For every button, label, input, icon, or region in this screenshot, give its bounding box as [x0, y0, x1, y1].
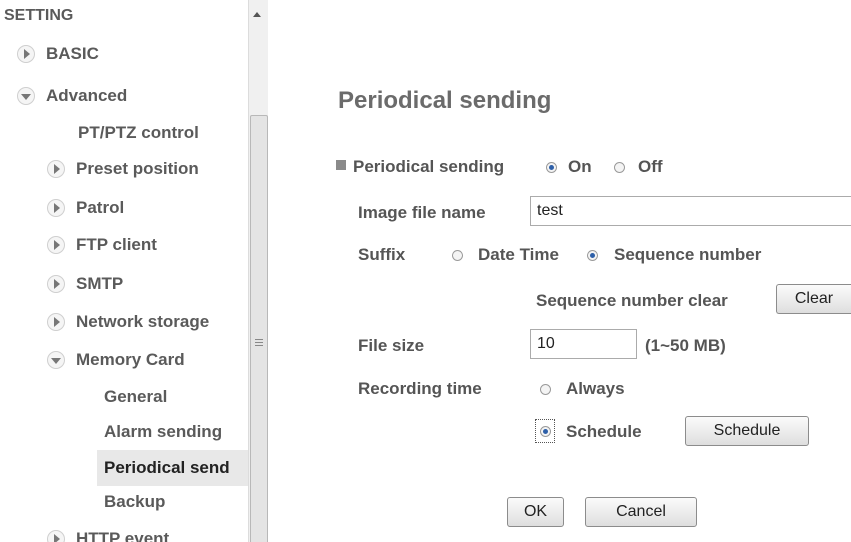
file-size-label: File size	[358, 336, 425, 355]
sidebar-item-label: Backup	[104, 492, 166, 511]
sidebar-item-label: BASIC	[46, 44, 99, 63]
clear-button[interactable]: Clear	[776, 284, 851, 314]
periodical-on-label[interactable]: On	[568, 157, 592, 177]
scrollbar-thumb[interactable]	[250, 115, 268, 542]
sidebar-item-backup[interactable]: Backup	[104, 486, 165, 518]
sidebar-item-general[interactable]: General	[104, 381, 167, 413]
sidebar-item-label: General	[104, 387, 168, 406]
suffix-date-time-radio[interactable]	[452, 250, 463, 261]
grip-line	[255, 345, 263, 346]
sidebar-scrollbar[interactable]	[248, 0, 268, 542]
sidebar-item-network-storage[interactable]: Network storage	[46, 306, 209, 338]
expand-arrow-icon	[47, 236, 65, 254]
sequence-number-clear-label: Sequence number clear	[536, 291, 728, 310]
recording-always-radio[interactable]	[540, 384, 551, 395]
grip-line	[255, 339, 263, 340]
collapse-arrow-icon	[47, 351, 65, 369]
square-bullet-icon	[336, 160, 346, 170]
sidebar-item-alarm-sending[interactable]: Alarm sending	[104, 416, 222, 448]
sidebar-item-preset-position[interactable]: Preset position	[46, 153, 199, 185]
recording-schedule-radio[interactable]	[540, 426, 551, 437]
settings-sidebar: SETTING BASIC Advanced PT/PTZ control Pr…	[0, 0, 268, 542]
recording-time-label: Recording time	[358, 379, 482, 398]
sidebar-item-label: SMTP	[76, 274, 124, 293]
sidebar-item-advanced[interactable]: Advanced	[16, 80, 127, 112]
suffix-date-time-label[interactable]: Date Time	[478, 245, 559, 265]
collapse-arrow-icon	[17, 87, 35, 105]
cancel-button[interactable]: Cancel	[585, 497, 697, 527]
image-file-name-input[interactable]: test	[530, 196, 851, 226]
suffix-sequence-number-label[interactable]: Sequence number	[614, 245, 761, 265]
sidebar-item-label: Network storage	[76, 312, 210, 331]
sidebar-item-memory-card[interactable]: Memory Card	[46, 344, 185, 376]
sidebar-item-label: Preset position	[76, 159, 199, 178]
expand-arrow-icon	[47, 313, 65, 331]
periodical-off-label[interactable]: Off	[638, 157, 663, 177]
sidebar-item-patrol[interactable]: Patrol	[46, 192, 124, 224]
page-title: Periodical sending	[338, 87, 552, 114]
scroll-up-arrow-icon[interactable]	[253, 12, 261, 17]
sidebar-item-label: Patrol	[76, 198, 125, 217]
schedule-button[interactable]: Schedule	[685, 416, 809, 446]
grip-line	[255, 342, 263, 343]
periodical-off-radio[interactable]	[614, 162, 625, 173]
periodical-on-radio[interactable]	[546, 162, 557, 173]
sidebar-item-label: FTP client	[76, 235, 157, 254]
sidebar-item-smtp[interactable]: SMTP	[46, 268, 123, 300]
image-file-name-label: Image file name	[358, 203, 486, 222]
sidebar-item-label: Advanced	[46, 86, 128, 105]
settings-tree: SETTING BASIC Advanced PT/PTZ control Pr…	[0, 0, 248, 542]
ok-button[interactable]: OK	[507, 497, 564, 527]
sidebar-item-periodical-sending[interactable]: Periodical send	[97, 450, 248, 486]
recording-schedule-label[interactable]: Schedule	[566, 422, 642, 442]
sidebar-item-basic[interactable]: BASIC	[16, 38, 99, 70]
setting-header: SETTING	[4, 2, 73, 30]
sidebar-item-ptz-control[interactable]: PT/PTZ control	[78, 117, 199, 149]
expand-arrow-icon	[47, 199, 65, 217]
sidebar-item-label: Memory Card	[76, 350, 185, 369]
expand-arrow-icon	[47, 530, 65, 542]
suffix-label: Suffix	[358, 245, 406, 264]
expand-arrow-icon	[17, 45, 35, 63]
file-size-range: (1~50 MB)	[645, 336, 726, 355]
sidebar-item-http-event[interactable]: HTTP event	[46, 523, 169, 542]
sidebar-item-label: Periodical send	[104, 458, 230, 477]
expand-arrow-icon	[47, 160, 65, 178]
sidebar-item-label: Alarm sending	[104, 422, 223, 441]
periodical-sending-label: Periodical sending	[353, 157, 505, 176]
sidebar-item-label: PT/PTZ control	[78, 123, 199, 142]
suffix-sequence-number-radio[interactable]	[587, 250, 598, 261]
sidebar-item-label: HTTP event	[76, 529, 170, 542]
main-content: Periodical sending Periodical sending On…	[268, 0, 851, 542]
expand-arrow-icon	[47, 275, 65, 293]
recording-always-label[interactable]: Always	[566, 379, 625, 399]
sidebar-item-ftp-client[interactable]: FTP client	[46, 229, 157, 261]
file-size-input[interactable]: 10	[530, 329, 637, 359]
setting-label: SETTING	[4, 7, 74, 24]
